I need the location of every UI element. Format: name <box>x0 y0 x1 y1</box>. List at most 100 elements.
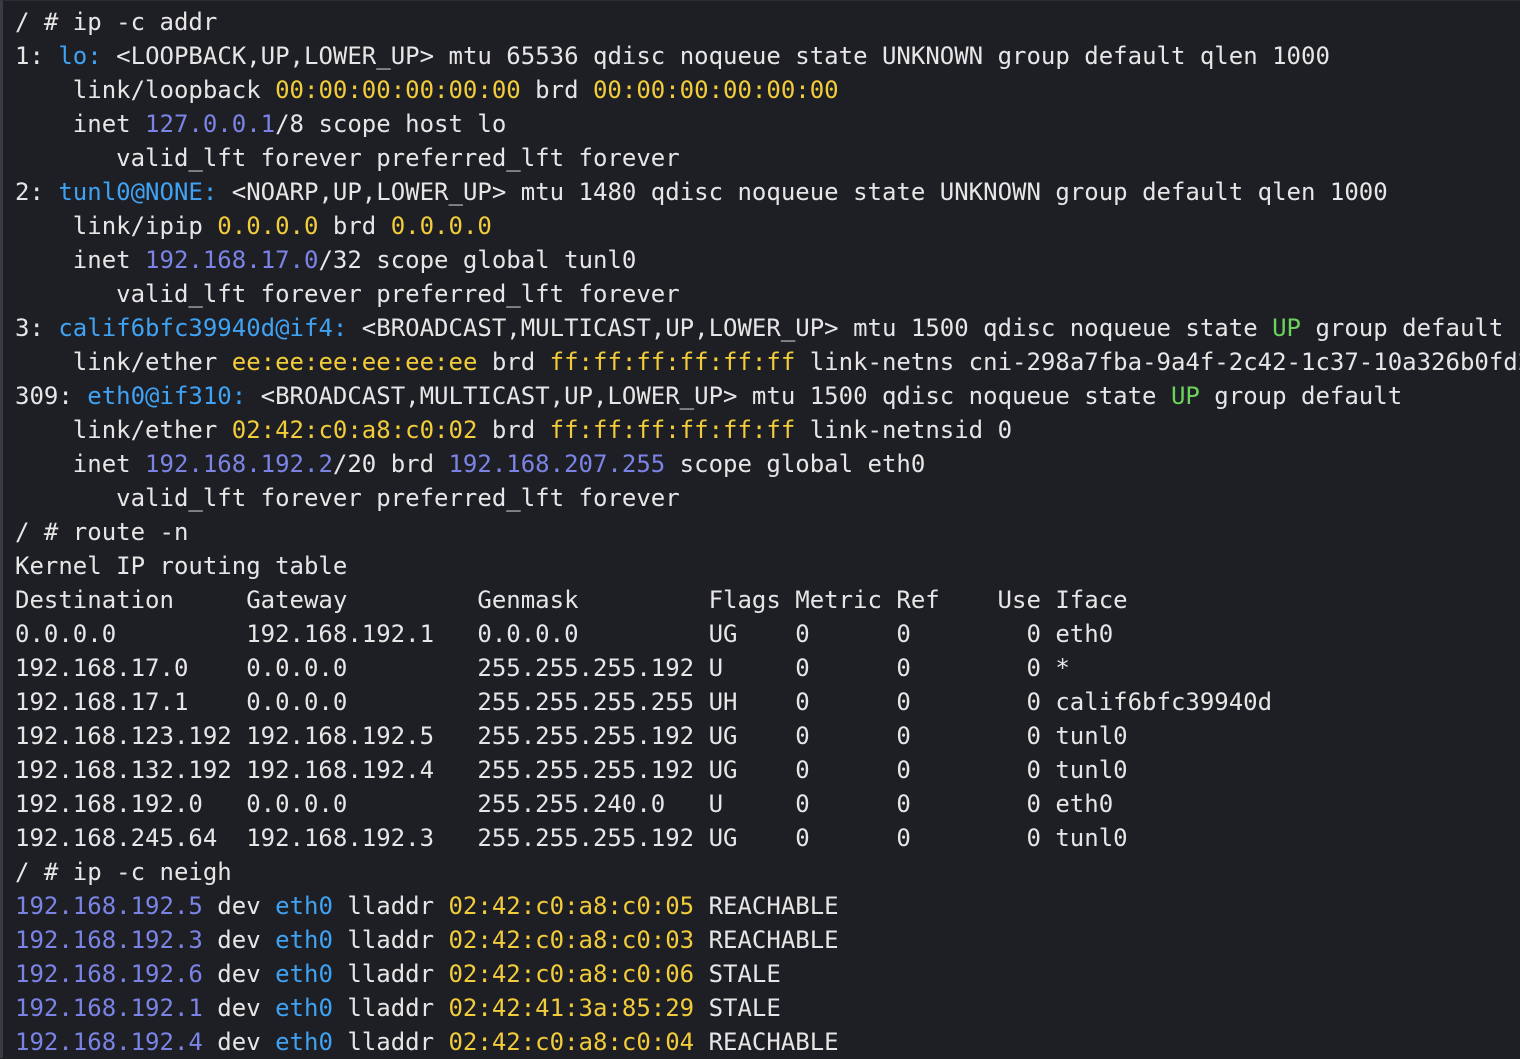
state-up-text: UP <box>1170 382 1200 410</box>
interface-name-text: tunl0@NONE: <box>58 178 218 206</box>
terminal-line: 192.168.192.6 dev eth0 lladdr 02:42:c0:a… <box>15 957 1520 991</box>
terminal-text: inet <box>15 110 146 138</box>
terminal-line: 309: eth0@if310: <BROADCAST,MULTICAST,UP… <box>15 379 1520 413</box>
terminal-line: 192.168.245.64 192.168.192.3 255.255.255… <box>15 821 1520 855</box>
terminal-text: link-netnsid 0 <box>795 416 1013 444</box>
terminal-text: link/loopback <box>15 76 276 104</box>
ip-address-text: 192.168.17.0 <box>145 246 319 274</box>
terminal-text: brd <box>477 348 550 376</box>
terminal-text: / # route -n <box>15 518 189 546</box>
terminal-text: 1: <box>15 42 59 70</box>
terminal-text: lladdr <box>332 1028 449 1056</box>
terminal-line: 192.168.17.0 0.0.0.0 255.255.255.192 U 0… <box>15 651 1520 685</box>
ip-address-text: 192.168.192.5 <box>15 892 203 920</box>
terminal-text: <NOARP,UP,LOWER_UP> mtu 1480 qdisc noque… <box>217 178 1388 206</box>
terminal-text: dev <box>202 1028 276 1056</box>
mac-address-text: 02:42:c0:a8:c0:06 <box>448 960 695 988</box>
terminal-text: STALE <box>694 960 781 988</box>
mac-address-text: 0.0.0.0 <box>390 212 492 240</box>
terminal-text: dev <box>202 892 276 920</box>
ip-address-text: 192.168.192.3 <box>15 926 203 954</box>
ip-address-text: 192.168.192.6 <box>15 960 203 988</box>
terminal-line: link/ether ee:ee:ee:ee:ee:ee brd ff:ff:f… <box>15 345 1520 379</box>
terminal-text: 2: <box>15 178 59 206</box>
terminal-output: / # ip -c addr 1: lo: <LOOPBACK,UP,LOWER_… <box>15 5 1520 1059</box>
mac-address-text: 02:42:41:3a:85:29 <box>448 994 695 1022</box>
terminal-line: valid_lft forever preferred_lft forever <box>15 481 1520 515</box>
terminal-text: lladdr <box>332 892 449 920</box>
terminal-text: 3: <box>15 314 59 342</box>
terminal-text: brd <box>318 212 391 240</box>
terminal-text: / # ip -c addr <box>15 8 218 36</box>
terminal-text: dev <box>202 960 276 988</box>
device-text: eth0 <box>275 960 333 988</box>
state-up-text: UP <box>1272 314 1301 342</box>
terminal-text: valid_lft forever preferred_lft forever <box>15 280 680 308</box>
terminal-line: / # route -n <box>15 515 1520 549</box>
terminal-text: lladdr <box>332 960 449 988</box>
terminal-text: /20 brd <box>332 450 449 478</box>
terminal-text: inet <box>15 450 146 478</box>
mac-address-text: ff:ff:ff:ff:ff:ff <box>549 348 796 376</box>
terminal-text: 0.0.0.0 192.168.192.1 0.0.0.0 UG 0 0 0 e… <box>15 620 1114 648</box>
terminal-text: group default <box>1199 382 1403 410</box>
terminal-text: brd <box>520 76 593 104</box>
terminal-line: valid_lft forever preferred_lft forever <box>15 141 1520 175</box>
mac-address-text: 02:42:c0:a8:c0:04 <box>448 1028 695 1056</box>
mac-address-text: 02:42:c0:a8:c0:05 <box>448 892 695 920</box>
terminal-text: 309: <box>15 382 88 410</box>
terminal-line: 192.168.192.1 dev eth0 lladdr 02:42:41:3… <box>15 991 1520 1025</box>
terminal-text: REACHABLE <box>694 926 839 954</box>
terminal-text: REACHABLE <box>694 892 839 920</box>
terminal-text: 192.168.17.0 0.0.0.0 255.255.255.192 U 0… <box>15 654 1070 682</box>
terminal-text: link/ether <box>15 348 232 376</box>
terminal-text: 192.168.17.1 0.0.0.0 255.255.255.255 UH … <box>15 688 1273 716</box>
terminal-line: 192.168.192.4 dev eth0 lladdr 02:42:c0:a… <box>15 1025 1520 1059</box>
terminal-line: / # ip -c addr <box>15 5 1520 39</box>
device-text: eth0 <box>275 892 333 920</box>
mac-address-text: 02:42:c0:a8:c0:03 <box>448 926 695 954</box>
ip-address-text: 192.168.207.255 <box>448 450 666 478</box>
ip-address-text: 127.0.0.1 <box>145 110 276 138</box>
ip-address-text: 192.168.192.2 <box>145 450 333 478</box>
terminal-text: group default <box>1301 314 1504 342</box>
terminal-text: /8 scope host lo <box>275 110 507 138</box>
terminal-text: 192.168.123.192 192.168.192.5 255.255.25… <box>15 722 1128 750</box>
terminal-text: 192.168.245.64 192.168.192.3 255.255.255… <box>15 824 1128 852</box>
mac-address-text: ff:ff:ff:ff:ff:ff <box>549 416 796 444</box>
terminal-line: 2: tunl0@NONE: <NOARP,UP,LOWER_UP> mtu 1… <box>15 175 1520 209</box>
terminal-text: Destination Gateway Genmask Flags Metric… <box>15 586 1128 614</box>
terminal-line: inet 127.0.0.1/8 scope host lo <box>15 107 1520 141</box>
mac-address-text: 00:00:00:00:00:00 <box>275 76 521 104</box>
terminal-text: brd <box>477 416 550 444</box>
interface-name-text: lo: <box>58 42 102 70</box>
terminal-text: dev <box>202 994 276 1022</box>
mac-address-text: 02:42:c0:a8:c0:02 <box>231 416 478 444</box>
terminal-text: lladdr <box>332 926 449 954</box>
terminal-text: REACHABLE <box>694 1028 839 1056</box>
terminal-text: link-netns cni-298a7fba-9a4f-2c42-1c37-1… <box>795 348 1520 376</box>
terminal-line: 192.168.132.192 192.168.192.4 255.255.25… <box>15 753 1520 787</box>
terminal-text: <BROADCAST,MULTICAST,UP,LOWER_UP> mtu 15… <box>246 382 1171 410</box>
terminal-line: 192.168.192.3 dev eth0 lladdr 02:42:c0:a… <box>15 923 1520 957</box>
terminal-text: valid_lft forever preferred_lft forever <box>15 484 680 512</box>
terminal-text: 192.168.192.0 0.0.0.0 255.255.240.0 U 0 … <box>15 790 1114 818</box>
terminal-line: 192.168.192.0 0.0.0.0 255.255.240.0 U 0 … <box>15 787 1520 821</box>
terminal-line: 0.0.0.0 192.168.192.1 0.0.0.0 UG 0 0 0 e… <box>15 617 1520 651</box>
terminal-text: valid_lft forever preferred_lft forever <box>15 144 680 172</box>
mac-address-text: 00:00:00:00:00:00 <box>592 76 839 104</box>
terminal-text: link/ether <box>15 416 232 444</box>
terminal-line: link/ipip 0.0.0.0 brd 0.0.0.0 <box>15 209 1520 243</box>
interface-name-text: eth0@if310: <box>87 382 247 410</box>
terminal-text: link/ipip <box>15 212 218 240</box>
terminal-window[interactable]: / # ip -c addr 1: lo: <LOOPBACK,UP,LOWER_… <box>0 0 1520 1058</box>
terminal-text: /32 scope global tunl0 <box>318 246 637 274</box>
terminal-line: link/loopback 00:00:00:00:00:00 brd 00:0… <box>15 73 1520 107</box>
terminal-text: STALE <box>694 994 781 1022</box>
mac-address-text: ee:ee:ee:ee:ee:ee <box>231 348 478 376</box>
device-text: eth0 <box>275 926 333 954</box>
terminal-line: valid_lft forever preferred_lft forever <box>15 277 1520 311</box>
terminal-line: inet 192.168.192.2/20 brd 192.168.207.25… <box>15 447 1520 481</box>
ip-address-text: 192.168.192.4 <box>15 1028 203 1056</box>
terminal-text: lladdr <box>332 994 449 1022</box>
